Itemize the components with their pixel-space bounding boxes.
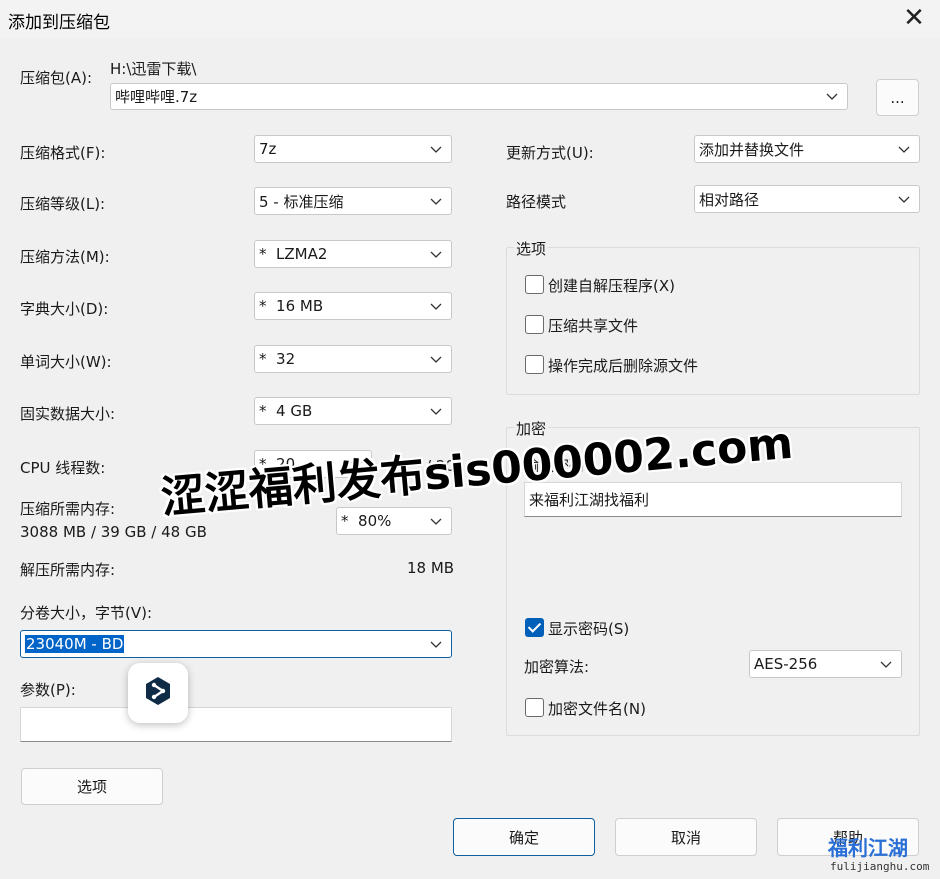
format-label: 压缩格式(F):: [20, 144, 106, 162]
mem-comp-label: 压缩所需内存:: [20, 500, 116, 518]
solid-label: 固实数据大小:: [20, 405, 116, 423]
split-combo[interactable]: 23040M - BD: [20, 630, 452, 658]
shared-files-checkbox[interactable]: [525, 315, 544, 334]
update-value: 添加并替换文件: [699, 140, 805, 159]
chevron-down-icon: [429, 407, 443, 415]
pathmode-value: 相对路径: [699, 190, 760, 209]
chevron-down-icon: [897, 145, 911, 153]
show-password-label: 显示密码(S): [548, 620, 630, 638]
dict-label: 字典大小(D):: [20, 300, 109, 318]
chevron-down-icon: [879, 660, 893, 668]
encrypt-names-checkbox[interactable]: [525, 698, 544, 717]
delete-source-label: 操作完成后删除源文件: [548, 357, 699, 375]
close-icon[interactable]: ✕: [898, 2, 930, 34]
chevron-down-icon: [429, 355, 443, 363]
method-label: 压缩方法(M):: [20, 248, 110, 266]
params-label: 参数(P):: [20, 681, 76, 699]
archive-label: 压缩包(A):: [20, 69, 93, 87]
method-value: * LZMA2: [259, 245, 328, 263]
chevron-down-icon: [429, 197, 443, 205]
show-password-checkbox[interactable]: [525, 618, 544, 637]
floating-share-button[interactable]: [128, 663, 188, 723]
solid-combo[interactable]: * 4 GB: [254, 397, 452, 425]
format-combo[interactable]: 7z: [254, 135, 452, 163]
mem-decomp-value: 18 MB: [407, 559, 455, 577]
corner-logo-title: 福利江湖: [828, 836, 908, 860]
mem-decomp-label: 解压所需内存:: [20, 561, 116, 579]
delete-source-checkbox[interactable]: [525, 355, 544, 374]
dict-combo[interactable]: * 16 MB: [254, 292, 452, 320]
dict-value: * 16 MB: [259, 297, 324, 315]
method-combo[interactable]: * LZMA2: [254, 240, 452, 268]
archive-name-combo[interactable]: 哔哩哔哩.7z: [110, 83, 848, 110]
solid-value: * 4 GB: [259, 402, 313, 420]
options-button[interactable]: 选项: [21, 768, 163, 805]
mem-comp-detail: 3088 MB / 39 GB / 48 GB: [20, 523, 207, 541]
enc-method-label: 加密算法:: [524, 658, 590, 676]
sfx-label: 创建自解压程序(X): [548, 277, 675, 295]
ok-button[interactable]: 确定: [453, 818, 595, 856]
enc-method-value: AES-256: [754, 655, 818, 673]
chevron-down-icon: [429, 517, 443, 525]
window-title: 添加到压缩包: [8, 13, 110, 33]
mem-usage-value: * 80%: [341, 512, 392, 530]
corner-logo-url: fulijianghu.com: [830, 860, 930, 873]
format-value: 7z: [259, 140, 277, 158]
archive-path: H:\迅雷下载\: [110, 60, 197, 78]
update-combo[interactable]: 添加并替换文件: [694, 135, 920, 163]
browse-button[interactable]: ...: [876, 79, 919, 116]
encrypt-names-label: 加密文件名(N): [548, 700, 646, 718]
chevron-down-icon: [429, 640, 443, 648]
pathmode-label: 路径模式: [506, 193, 567, 211]
chevron-down-icon: [897, 195, 911, 203]
level-value: 5 - 标准压缩: [259, 192, 344, 211]
word-value: * 32: [259, 350, 296, 368]
options-group-title: 选项: [514, 238, 549, 259]
shared-files-label: 压缩共享文件: [548, 317, 639, 335]
word-combo[interactable]: * 32: [254, 345, 452, 373]
word-label: 单词大小(W):: [20, 353, 112, 371]
update-label: 更新方式(U):: [506, 144, 594, 162]
share-icon: [142, 675, 174, 711]
pathmode-combo[interactable]: 相对路径: [694, 185, 920, 213]
chevron-down-icon: [429, 145, 443, 153]
params-input[interactable]: [20, 707, 452, 742]
cancel-button[interactable]: 取消: [615, 818, 757, 856]
title-bar: [0, 0, 940, 38]
chevron-down-icon: [825, 93, 839, 101]
level-label: 压缩等级(L):: [20, 195, 106, 213]
chevron-down-icon: [429, 302, 443, 310]
split-value: 23040M - BD: [25, 635, 125, 653]
chevron-down-icon: [429, 250, 443, 258]
archive-name-value: 哔哩哔哩.7z: [115, 88, 198, 106]
cpu-label: CPU 线程数:: [20, 459, 106, 477]
corner-logo: 福利江湖 fulijianghu.com: [828, 832, 934, 878]
mem-usage-combo[interactable]: * 80%: [336, 507, 452, 535]
sfx-checkbox[interactable]: [525, 275, 544, 294]
split-label: 分卷大小，字节(V):: [20, 604, 153, 622]
level-combo[interactable]: 5 - 标准压缩: [254, 187, 452, 215]
enc-method-combo[interactable]: AES-256: [749, 650, 902, 678]
